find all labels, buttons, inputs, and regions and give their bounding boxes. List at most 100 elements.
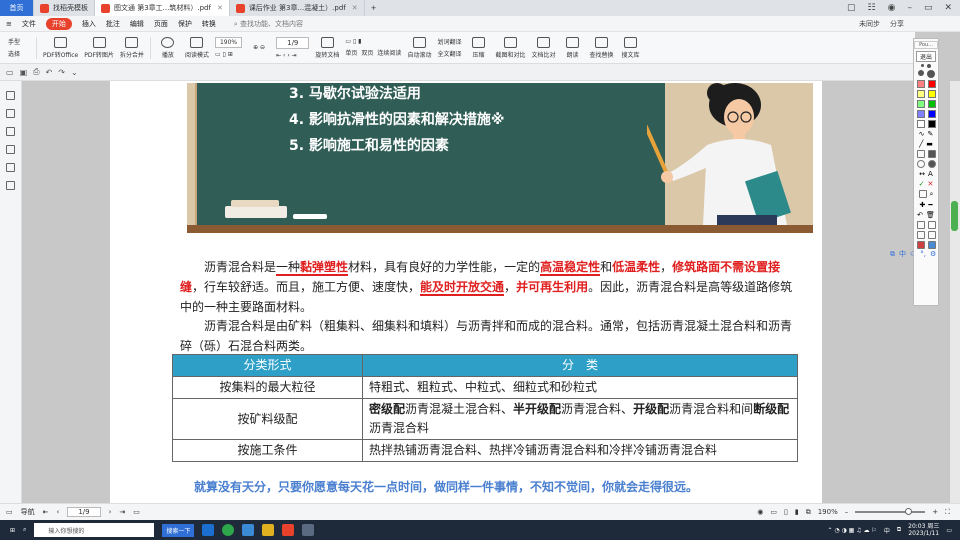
page-nav-icons[interactable]: ⇤ ‹ › ⇥: [276, 52, 297, 59]
avatar[interactable]: ◉: [888, 3, 896, 13]
doc-compare-button[interactable]: 文档比对: [531, 36, 556, 59]
ime-moon-icon[interactable]: ☾: [910, 250, 916, 258]
tab-home[interactable]: 首页: [0, 0, 34, 16]
search-library-button[interactable]: 搜文库: [620, 36, 642, 59]
fullscreen-icon[interactable]: ⛶: [945, 508, 950, 517]
filled-rectangle-icon[interactable]: [927, 150, 936, 158]
last-page-icon[interactable]: ⇥: [119, 508, 125, 516]
attachment-icon[interactable]: [6, 145, 15, 154]
menu-insert[interactable]: 插入: [82, 19, 96, 29]
menu-protect[interactable]: 保护: [178, 19, 192, 29]
split-merge-button[interactable]: 拆分合并: [120, 36, 144, 59]
color-swatch-red[interactable]: [927, 80, 936, 88]
menu-edit[interactable]: 编辑: [130, 19, 144, 29]
tray-icons[interactable]: ⌃ ◔ ◑ ▦ ♫ ☁ ⚐: [827, 527, 876, 534]
eye-icon[interactable]: ◉: [757, 508, 763, 516]
menu-icon[interactable]: ≡: [6, 20, 12, 28]
line-icon[interactable]: ╱: [919, 140, 923, 148]
color-swatch-light-green[interactable]: [916, 100, 925, 108]
page-input[interactable]: 1/9: [67, 507, 101, 517]
zoom-select[interactable]: 190%: [214, 37, 243, 48]
redo-icon[interactable]: ↷: [58, 68, 65, 77]
taskbar-search-button[interactable]: 搜索一下: [162, 523, 195, 537]
color-swatch-green[interactable]: [927, 100, 936, 108]
clock[interactable]: 20:03 周三 2023/1/11: [908, 523, 939, 537]
new-tab-button[interactable]: +: [365, 0, 383, 16]
zoom-slider-handle[interactable]: [905, 508, 913, 515]
zoom-in-icon[interactable]: ⊕ ⊖: [253, 44, 265, 51]
zoom-slider[interactable]: [855, 508, 926, 515]
app-icon[interactable]: [242, 524, 255, 536]
pen-icon[interactable]: ✎: [928, 130, 934, 138]
trash-icon[interactable]: 🗑: [926, 211, 935, 219]
windows-start-icon[interactable]: ⊞: [10, 527, 15, 534]
play-button[interactable]: 播放: [157, 36, 179, 59]
view-icons[interactable]: ▭ ▯ ▮: [345, 38, 361, 45]
rotate-button[interactable]: 旋转文档: [315, 36, 339, 59]
ime-logo-icon[interactable]: ⧉: [890, 250, 895, 259]
menu-convert[interactable]: 转换: [202, 19, 216, 29]
auto-scroll-button[interactable]: 自动滚动: [407, 36, 431, 59]
freehand-icon[interactable]: ∿: [919, 130, 925, 138]
highlighter-icon[interactable]: ▬: [926, 140, 933, 148]
color-swatch-yellow[interactable]: [927, 90, 936, 98]
check-icon[interactable]: ✓: [919, 180, 925, 188]
ellipse-icon[interactable]: [916, 160, 925, 168]
zoom-in-icon[interactable]: +: [932, 508, 938, 516]
copy-icon[interactable]: [927, 221, 936, 229]
menu-page[interactable]: 页面: [154, 19, 168, 29]
comment-icon[interactable]: [6, 127, 15, 136]
sync-status[interactable]: 未同步: [859, 19, 880, 29]
folder-icon[interactable]: ▭: [6, 68, 14, 77]
pen-size-medium[interactable]: [927, 64, 931, 68]
layers-icon[interactable]: [6, 181, 15, 190]
wps-icon[interactable]: [282, 524, 295, 536]
search-icon[interactable]: [6, 163, 15, 172]
tab-pdf-homework[interactable]: 课后作业 第3章...混凝土）.pdf ✕: [230, 0, 365, 16]
first-page-icon[interactable]: ⇤: [43, 508, 49, 516]
app-icon[interactable]: [302, 524, 315, 536]
edge-icon[interactable]: [202, 524, 215, 536]
bookmark-icon[interactable]: [6, 91, 15, 100]
print-icon[interactable]: [916, 231, 925, 239]
text-icon[interactable]: A: [928, 170, 933, 178]
layout-icon[interactable]: ▢: [847, 3, 856, 13]
cross-icon[interactable]: ✕: [928, 180, 934, 188]
pdf-to-image-button[interactable]: PDF转图片: [84, 36, 114, 59]
nav-label[interactable]: 导航: [21, 507, 35, 517]
scroll-thumb[interactable]: [951, 201, 958, 231]
continuous-button[interactable]: 连续阅读: [377, 48, 401, 57]
find-replace-button[interactable]: 查找替换: [590, 36, 614, 59]
view-icon[interactable]: ▯: [784, 508, 788, 516]
menu-comment[interactable]: 批注: [106, 19, 120, 29]
close-icon[interactable]: ✕: [352, 4, 358, 12]
apps-icon[interactable]: ☷: [868, 3, 876, 13]
nav-icon[interactable]: ▭: [6, 508, 13, 516]
read-mode-button[interactable]: 阅读模式: [185, 36, 209, 59]
share-button[interactable]: 分享: [890, 19, 904, 29]
zoom-in-out[interactable]: ⊕ ⊖: [248, 44, 270, 51]
print-icon[interactable]: ⎙: [33, 67, 39, 77]
close-icon[interactable]: ✕: [217, 4, 223, 12]
plus-icon[interactable]: ✚: [919, 201, 925, 209]
folder-icon[interactable]: [262, 524, 275, 536]
color-swatch-light-blue[interactable]: [916, 110, 925, 118]
maximize-icon[interactable]: ▭: [924, 3, 933, 13]
tab-pdf-active[interactable]: 图文通 第3章工...筑材料）.pdf ✕: [95, 0, 230, 16]
ime-punct-icon[interactable]: °,: [920, 250, 926, 258]
minimize-icon[interactable]: –: [907, 3, 912, 13]
pdf-to-office-button[interactable]: PDF转Office: [43, 36, 78, 59]
save-icon[interactable]: [927, 231, 936, 239]
color-swatch-black[interactable]: [927, 120, 936, 128]
view-icon[interactable]: ▭: [770, 508, 777, 516]
single-page-button[interactable]: 单页: [345, 48, 357, 57]
more-icon[interactable]: ⌄: [71, 68, 78, 77]
ime-indicator[interactable]: 中: [884, 526, 890, 535]
tab-template[interactable]: 找稻壳模板: [34, 0, 95, 16]
zoom-out-icon[interactable]: –: [845, 508, 849, 516]
taskbar-search-input[interactable]: 输入你想搜的: [34, 523, 155, 537]
rectangle-icon[interactable]: [916, 150, 925, 158]
double-page-button[interactable]: 双页: [361, 48, 373, 57]
zoom-level[interactable]: 190%: [818, 508, 838, 516]
minus-icon[interactable]: ━: [928, 201, 932, 209]
